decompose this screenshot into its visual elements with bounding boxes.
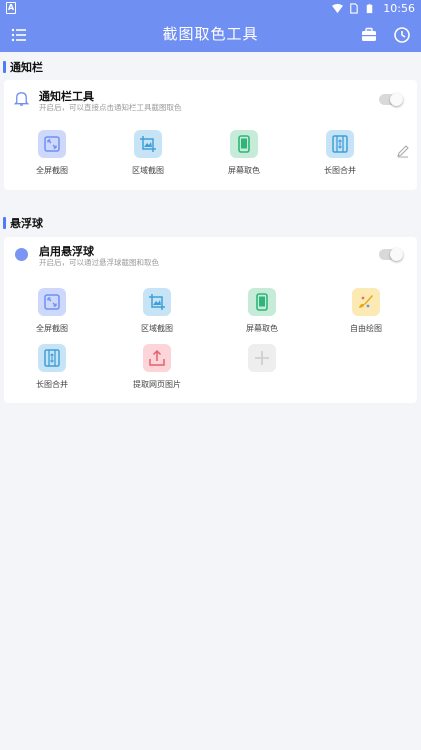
bell-icon	[13, 92, 30, 106]
floating-ball-icon	[15, 248, 28, 261]
notification-section-header: 通知栏	[0, 57, 421, 77]
paint-icon	[352, 288, 380, 316]
edit-pencil-icon[interactable]	[396, 144, 410, 158]
tool-label: 提取网页图片	[133, 380, 181, 389]
tool-fullscreen-capture[interactable]: 全屏截图	[22, 288, 82, 334]
crop-image-icon	[134, 130, 162, 158]
add-tool-button[interactable]	[232, 344, 292, 379]
tool-label: 长图合并	[36, 380, 68, 389]
tool-long-image-merge[interactable]: 长图合并	[22, 344, 82, 390]
toolbox-icon[interactable]	[359, 25, 379, 45]
tool-label: 全屏截图	[36, 166, 68, 175]
tool-region-capture[interactable]: 区域截图	[118, 130, 178, 176]
phone-icon	[230, 130, 258, 158]
tool-region-capture[interactable]: 区域截图	[127, 288, 187, 334]
tool-free-drawing[interactable]: 自由绘图	[336, 288, 396, 334]
tool-label: 区域截图	[141, 324, 173, 333]
tool-extract-web-images[interactable]: 提取网页图片	[127, 344, 187, 390]
phone-icon	[248, 288, 276, 316]
tool-screen-color-pick[interactable]: 屏幕取色	[214, 130, 274, 176]
history-clock-icon[interactable]	[392, 25, 412, 45]
notification-a-icon: A	[6, 2, 16, 14]
floating-card: 启用悬浮球 开启后，可以通过悬浮球截图和取色 全屏截图 区域截图 屏幕取色 自由…	[4, 237, 417, 403]
toggle-knob	[390, 93, 403, 106]
battery-icon	[367, 3, 373, 14]
notification-section-label: 通知栏	[10, 61, 43, 74]
floating-section-label: 悬浮球	[10, 217, 43, 230]
section-accent-bar	[3, 61, 6, 73]
tool-fullscreen-capture[interactable]: 全屏截图	[22, 130, 82, 176]
tool-label: 自由绘图	[350, 324, 382, 333]
toggle-knob	[390, 248, 403, 261]
page-title: 截图取色工具	[162, 25, 259, 43]
plus-icon	[248, 344, 276, 372]
floating-section-header: 悬浮球	[0, 213, 421, 233]
tool-label: 屏幕取色	[228, 166, 260, 175]
upload-icon	[143, 344, 171, 372]
notification-toggle-subtitle: 开启后，可以直接点击通知栏工具截图取色	[39, 103, 182, 112]
tool-screen-color-pick[interactable]: 屏幕取色	[232, 288, 292, 334]
status-time: 10:56	[383, 2, 415, 15]
long-image-icon	[38, 344, 66, 372]
tool-label: 区域截图	[132, 166, 164, 175]
fullscreen-icon	[38, 130, 66, 158]
section-accent-bar	[3, 217, 6, 229]
tool-label: 长图合并	[324, 166, 356, 175]
notification-card: 通知栏工具 开启后，可以直接点击通知栏工具截图取色 全屏截图 区域截图 屏幕取色…	[4, 80, 417, 190]
app-bar: 截图取色工具	[0, 17, 421, 52]
notification-toggle-switch[interactable]	[379, 93, 403, 106]
floating-toggle-subtitle: 开启后，可以通过悬浮球截图和取色	[39, 258, 159, 267]
status-bar: A 10:56	[0, 0, 421, 17]
tool-long-image-merge[interactable]: 长图合并	[310, 130, 370, 176]
crop-image-icon	[143, 288, 171, 316]
sim-icon	[350, 3, 359, 14]
floating-toggle-switch[interactable]	[379, 248, 403, 261]
wifi-icon	[332, 3, 344, 14]
fullscreen-icon	[38, 288, 66, 316]
long-image-icon	[326, 130, 354, 158]
tool-label: 屏幕取色	[246, 324, 278, 333]
tool-label: 全屏截图	[36, 324, 68, 333]
